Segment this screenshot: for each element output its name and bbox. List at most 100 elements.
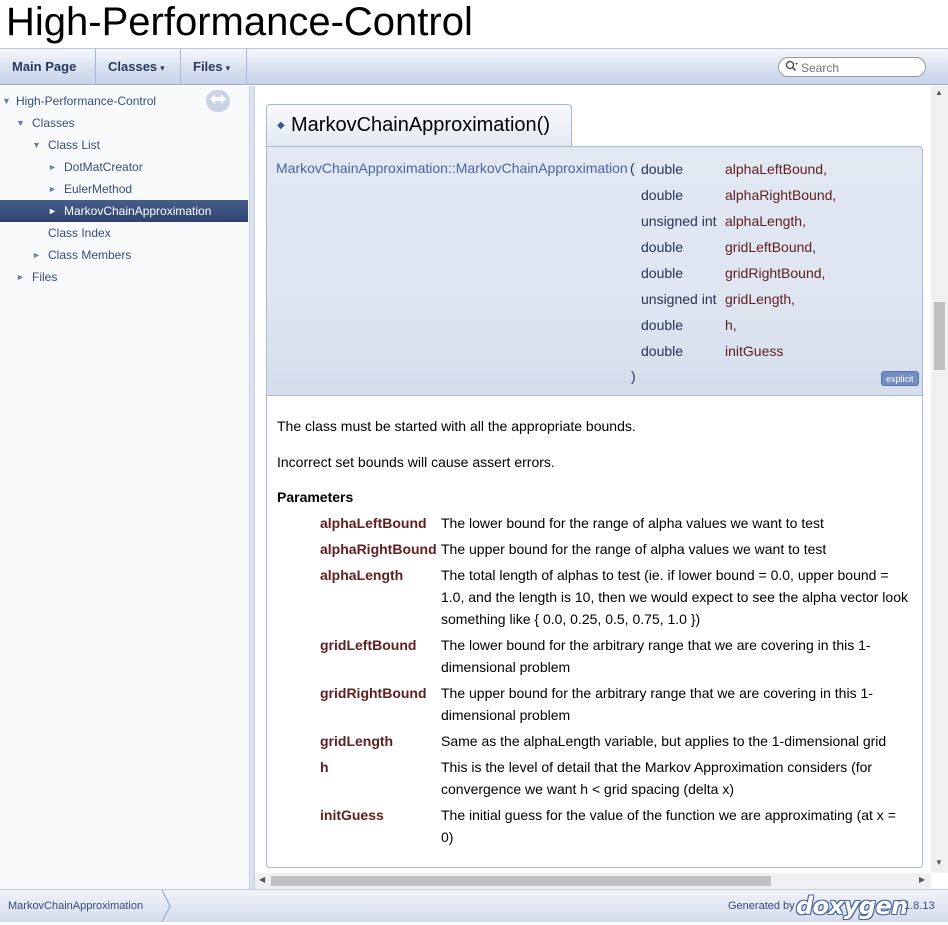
desc-line: The upper bound for the arbitrary range …: [441, 685, 873, 701]
footer-generated-by: Generated by: [728, 900, 795, 912]
param-name: alphaRightBound,: [725, 187, 837, 203]
nav-files-label: Files: [193, 59, 223, 74]
tree-item-label: High-Performance-Control: [16, 94, 157, 108]
expanded-arrow-icon[interactable]: ▼: [2, 90, 11, 112]
proto-param-row: double initGuess: [267, 342, 867, 368]
desc-line: Same as the alphaLength variable, but ap…: [441, 733, 887, 749]
horizontal-scrollbar[interactable]: ◀ ▶: [255, 873, 931, 889]
param-doc-desc: The upper bound for the range of alpha v…: [441, 538, 915, 560]
doxygen-logo[interactable]: doxygen: [796, 892, 908, 920]
param-name: alphaLeftBound,: [725, 161, 827, 177]
param-doc-desc: Same as the alphaLength variable, but ap…: [441, 730, 915, 752]
param-type: double: [641, 317, 684, 333]
search-icon[interactable]: [785, 60, 799, 75]
param-name: h,: [725, 317, 737, 333]
doc-content: ◆ MarkovChainApproximation() MarkovChain…: [255, 86, 931, 873]
collapsed-arrow-icon[interactable]: ►: [32, 244, 41, 266]
param-name: gridLength,: [725, 291, 796, 307]
param-doc-name: gridLeftBound: [320, 637, 417, 653]
nav-main-page-label: Main Page: [12, 59, 77, 74]
tree-item-label: MarkovChainApproximation: [64, 204, 212, 218]
param-name: alphaLength,: [725, 213, 806, 229]
param-type: double: [641, 161, 684, 177]
nav-path-item[interactable]: MarkovChainApproximation: [0, 890, 151, 922]
desc-line: something like { 0.0, 0.25, 0.5, 0.75, 1…: [441, 611, 701, 627]
desc-line: The upper bound for the range of alpha v…: [441, 541, 827, 557]
proto-param-row: unsigned int alphaLength,: [267, 212, 867, 238]
nav-classes-label: Classes: [108, 59, 158, 74]
search-box[interactable]: [778, 57, 926, 77]
tree-item-label: Classes: [32, 116, 75, 130]
param-doc-name: h: [320, 759, 329, 775]
tree-item-files[interactable]: ► Files: [0, 266, 248, 288]
tree-item-class-members[interactable]: ► Class Members: [0, 244, 248, 266]
param-name: initGuess: [725, 343, 784, 359]
chevron-down-icon: ▾: [225, 63, 231, 73]
title-area: High-Performance-Control: [0, 0, 948, 48]
param-doc-desc: The total length of alphas to test (ie. …: [441, 564, 915, 630]
param-doc-desc: The lower bound for the arbitrary range …: [441, 634, 915, 678]
tree-item-classes[interactable]: ▼ Classes: [0, 112, 248, 134]
side-nav-tree: ▼ High-Performance-Control ▼ Classes ▼ C…: [0, 86, 250, 889]
breadcrumb-separator-icon: [160, 889, 174, 923]
tree-item-project[interactable]: ▼ High-Performance-Control: [0, 90, 248, 112]
param-doc-desc: The initial guess for the value of the f…: [441, 804, 915, 848]
expanded-arrow-icon[interactable]: ▼: [16, 112, 25, 134]
tree-item-dotmatcreator[interactable]: ► DotMatCreator: [0, 156, 248, 178]
footer-nav-path: MarkovChainApproximation Generated by do…: [0, 889, 948, 923]
param-doc-desc: The upper bound for the arbitrary range …: [441, 682, 915, 726]
doc-paragraph: The class must be started with all the a…: [277, 418, 636, 434]
tree-item-eulermethod[interactable]: ► EulerMethod: [0, 178, 248, 200]
scroll-right-icon[interactable]: ▶: [919, 875, 925, 884]
desc-line: 0): [441, 829, 454, 845]
param-type: double: [641, 343, 684, 359]
param-doc-name: gridRightBound: [320, 685, 427, 701]
param-name: gridRightBound,: [725, 265, 826, 281]
expanded-arrow-icon[interactable]: ▼: [32, 134, 41, 156]
param-doc-desc: This is the level of detail that the Mar…: [441, 756, 915, 800]
scroll-down-icon[interactable]: ▼: [935, 858, 943, 867]
desc-line: The total length of alphas to test (ie. …: [441, 567, 889, 583]
tree-item-label: DotMatCreator: [64, 160, 143, 174]
nav-main-page[interactable]: Main Page: [0, 49, 96, 85]
chevron-down-icon: ▾: [160, 63, 165, 73]
doxygen-version: 1.8.13: [904, 900, 935, 912]
nav-files[interactable]: Files ▾: [181, 49, 247, 85]
scroll-up-icon[interactable]: ▲: [935, 88, 943, 97]
param-name: gridLeftBound,: [725, 239, 817, 255]
param-type: unsigned int: [641, 213, 717, 229]
tree-item-markovchainapproximation[interactable]: ► MarkovChainApproximation: [0, 200, 248, 222]
scroll-left-icon[interactable]: ◀: [259, 875, 265, 884]
proto-param-row: double alphaRightBound,: [267, 186, 867, 212]
member-prototype: MarkovChainApproximation::MarkovChainApp…: [266, 146, 923, 396]
desc-line: The initial guess for the value of the f…: [441, 807, 896, 823]
collapsed-arrow-icon[interactable]: ►: [48, 178, 57, 200]
vertical-scrollbar[interactable]: ▲ ▼: [931, 86, 948, 873]
nav-classes[interactable]: Classes ▾: [96, 49, 181, 85]
horizontal-scroll-thumb[interactable]: [271, 876, 771, 886]
collapsed-arrow-icon[interactable]: ►: [48, 156, 57, 178]
tree-item-class-list[interactable]: ▼ Class List: [0, 134, 248, 156]
desc-line: convergence we want h < grid spacing (de…: [441, 781, 734, 797]
desc-line: dimensional problem: [441, 707, 571, 723]
vertical-scroll-thumb[interactable]: [934, 302, 945, 370]
param-type: unsigned int: [641, 291, 717, 307]
member-documentation: The class must be started with all the a…: [266, 396, 923, 868]
member-title-tab: ◆ MarkovChainApproximation(): [266, 104, 572, 147]
tree-item-class-index[interactable]: Class Index: [0, 222, 248, 244]
params-heading: Parameters: [277, 489, 354, 505]
tree-item-label: Files: [32, 270, 58, 284]
param-type: double: [641, 187, 684, 203]
project-name: High-Performance-Control: [6, 0, 473, 44]
proto-param-row: unsigned int gridLength,: [267, 290, 867, 316]
main-navbar: Main Page Classes ▾ Files ▾: [0, 48, 948, 85]
param-doc-desc: The lower bound for the range of alpha v…: [441, 512, 915, 534]
desc-line: The lower bound for the arbitrary range …: [441, 637, 871, 653]
proto-param-row: double gridLeftBound,: [267, 238, 867, 264]
collapsed-arrow-icon[interactable]: ►: [16, 266, 25, 288]
tree-item-label: Class List: [48, 138, 101, 152]
param-type: double: [641, 239, 684, 255]
param-doc-name: gridLength: [320, 733, 394, 749]
search-input[interactable]: [801, 60, 919, 75]
collapsed-arrow-icon[interactable]: ►: [48, 200, 57, 222]
